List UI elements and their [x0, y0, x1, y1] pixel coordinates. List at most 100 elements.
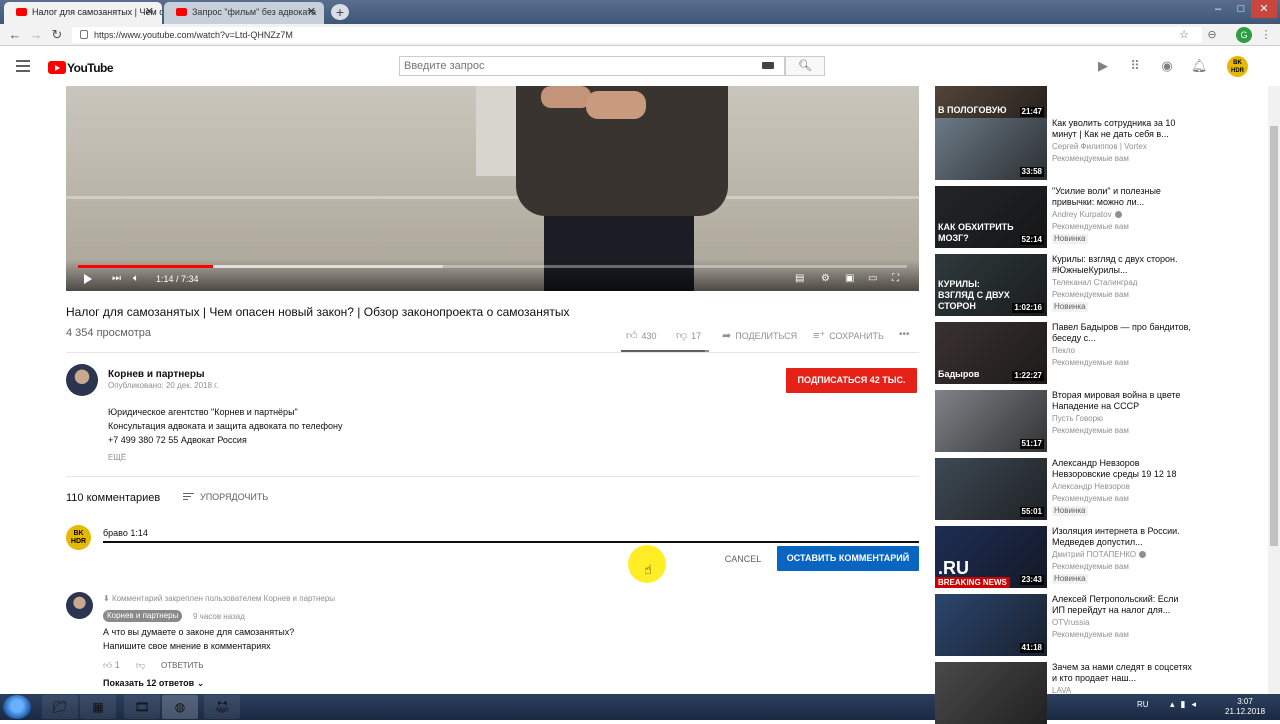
recommended-video[interactable]: 51:17 Вторая мировая война в цвете Нападе…: [935, 390, 1265, 452]
video-thumbnail[interactable]: КАК ОБХИТРИТЬ МОЗГ? 52:14: [935, 186, 1047, 248]
recommended-video[interactable]: КАК ОБХИТРИТЬ МОЗГ? 52:14 "Усилие воли" и …: [935, 186, 1265, 248]
recommended-channel[interactable]: Сергей Филиппов | Vortex: [1052, 142, 1147, 151]
search-button[interactable]: 🔍︎: [785, 56, 825, 76]
dislike-button[interactable]: 👎︎ 17: [676, 329, 701, 342]
thumbs-up-icon: 👍︎: [626, 330, 638, 342]
fullscreen-icon[interactable]: ⛶: [892, 272, 899, 286]
recommended-channel[interactable]: Телеканал Сталинград: [1052, 278, 1137, 287]
recommended-channel[interactable]: Andrey Kurpatov: [1052, 210, 1122, 219]
sort-comments-button[interactable]: УПОРЯДОЧИТЬ: [183, 492, 268, 502]
like-button[interactable]: 👍︎ 430: [626, 329, 657, 342]
share-button[interactable]: ➦ ПОДЕЛИТЬСЯ: [722, 329, 797, 342]
miniplayer-icon[interactable]: ▣: [845, 272, 854, 286]
subtitles-icon[interactable]: ▤: [795, 272, 804, 286]
play-icon[interactable]: [84, 274, 94, 284]
profile-icon[interactable]: G: [1236, 27, 1252, 43]
recommended-channel[interactable]: OTVrussia: [1052, 618, 1090, 627]
video-player[interactable]: ⏭︎ 🔈︎ 1:14 / 7:34 ▤ ⚙︎ ▣ ▭ ⛶: [66, 86, 919, 291]
search-input[interactable]: [399, 56, 785, 76]
show-replies-button[interactable]: Показать 12 ответов ⌄: [103, 678, 204, 689]
account-avatar[interactable]: BK HDR: [1227, 56, 1248, 77]
video-thumbnail[interactable]: КУРИЛЫ: ВЗГЛЯД С ДВУХ СТОРОН 1:02:16: [935, 254, 1047, 316]
recommended-channel[interactable]: Дмитрий ПОТАПЕНКО: [1052, 550, 1147, 559]
video-thumbnail[interactable]: 41:18: [935, 594, 1047, 656]
explorer-icon[interactable]: 📁︎: [42, 695, 78, 719]
video-thumbnail[interactable]: .RU BREAKING NEWS 23:43: [935, 526, 1047, 588]
comment-dislike-button[interactable]: 👎︎: [136, 660, 145, 671]
comment-input[interactable]: [103, 524, 919, 543]
recommended-title[interactable]: Курилы: взгляд с двух сторон. #ЮжныеКури…: [1052, 254, 1192, 276]
next-icon[interactable]: ⏭︎: [112, 272, 121, 286]
reload-icon[interactable]: ↻: [48, 26, 66, 44]
back-arrow-icon[interactable]: ←: [6, 26, 24, 44]
cancel-button[interactable]: CANCEL: [718, 548, 768, 570]
recommended-channel[interactable]: Александр Невзоров: [1052, 482, 1130, 491]
recommended-channel[interactable]: LAVA: [1052, 686, 1071, 695]
browser-tab[interactable]: Запрос "фильм" без адвоката ✕: [164, 2, 324, 24]
recommended-video[interactable]: КУРИЛЫ: ВЗГЛЯД С ДВУХ СТОРОН 1:02:16 Курил…: [935, 254, 1265, 316]
recommended-title[interactable]: Зачем за нами следят в соцсетях и кто пр…: [1052, 662, 1192, 684]
comment-like-button[interactable]: 👍︎ 1: [103, 660, 120, 671]
show-more-link[interactable]: ЕЩЁ: [108, 453, 126, 462]
video-duration: 41:18: [1019, 643, 1044, 653]
theater-mode-icon[interactable]: ▭: [868, 272, 877, 286]
recommended-channel[interactable]: Пусть Говорю: [1052, 414, 1103, 423]
settings-gear-icon[interactable]: ⚙︎: [821, 272, 830, 286]
notifications-bell-icon[interactable]: 🔔︎: [1191, 58, 1208, 74]
scrollbar-thumb[interactable]: [1270, 126, 1278, 546]
recommended-title[interactable]: Изоляция интернета в России. Медведев до…: [1052, 526, 1192, 548]
recommended-video[interactable]: Зачем за нами следят в соцсетях и кто пр…: [935, 662, 1265, 724]
more-actions-button[interactable]: •••: [899, 329, 910, 340]
submit-comment-button[interactable]: ОСТАВИТЬ КОММЕНТАРИЙ: [777, 546, 919, 571]
forward-arrow-icon[interactable]: →: [27, 26, 45, 44]
volume-icon[interactable]: 🔈︎: [133, 272, 139, 286]
upload-video-icon[interactable]: ▶: [1095, 58, 1111, 74]
close-window-icon[interactable]: ✕: [1251, 0, 1277, 18]
recommended-title[interactable]: Павел Бадыров — про бандитов, беседу с..…: [1052, 322, 1192, 344]
video-thumbnail[interactable]: 33:58: [935, 118, 1047, 180]
channel-name[interactable]: Корнев и партнеры: [108, 369, 205, 380]
browser-tab-active[interactable]: Налог для самозанятых | Чем о ✕: [4, 2, 162, 24]
save-button[interactable]: ≡⁺ СОХРАНИТЬ: [813, 329, 884, 342]
tab-close-icon[interactable]: ✕: [307, 2, 316, 22]
recommended-title[interactable]: "Усилие воли" и полезные привычки: можно…: [1052, 186, 1192, 208]
recommended-video[interactable]: 55:01 Александр Невзоров Невзоровские сре…: [935, 458, 1265, 520]
youtube-logo[interactable]: YouTube: [48, 59, 114, 75]
video-thumbnail[interactable]: 55:01: [935, 458, 1047, 520]
extension-icon[interactable]: ⊖: [1204, 27, 1220, 43]
video-title: Налог для самозанятых | Чем опасен новый…: [66, 305, 570, 319]
recommended-title[interactable]: Как уволить сотрудника за 10 минут | Как…: [1052, 118, 1192, 140]
recommended-title[interactable]: Вторая мировая война в цвете Нападение н…: [1052, 390, 1192, 412]
channel-avatar[interactable]: [66, 364, 98, 396]
keyboard-icon[interactable]: [762, 62, 774, 69]
media-app-icon[interactable]: 🎞︎: [124, 695, 160, 719]
messages-icon[interactable]: ◉: [1159, 58, 1175, 74]
firefox-icon[interactable]: 🦊︎: [204, 695, 240, 719]
new-tab-button[interactable]: +: [331, 4, 349, 20]
video-thumbnail[interactable]: [935, 662, 1047, 724]
start-button[interactable]: [3, 695, 31, 719]
recommended-video[interactable]: 33:58 Как уволить сотрудника за 10 минут …: [935, 118, 1265, 180]
recommended-video[interactable]: .RU BREAKING NEWS 23:43 Изоляция интернета …: [935, 526, 1265, 588]
browser-menu-icon[interactable]: ⋮: [1258, 27, 1274, 43]
recommended-video[interactable]: 41:18 Алексей Петропольский: Если ИП пере…: [935, 594, 1265, 656]
url-field[interactable]: https://www.youtube.com/watch?v=Ltd-QHNZ…: [72, 27, 1202, 43]
bookmark-star-icon[interactable]: ☆: [1176, 27, 1192, 43]
reply-button[interactable]: ОТВЕТИТЬ: [161, 661, 204, 670]
subscribe-button[interactable]: ПОДПИСАТЬСЯ 42 ТЫС.: [786, 368, 917, 393]
chrome-icon[interactable]: ◍: [162, 695, 198, 719]
hamburger-menu-icon[interactable]: [16, 60, 30, 72]
tab-close-icon[interactable]: ✕: [145, 2, 154, 22]
recommended-title[interactable]: Алексей Петропольский: Если ИП перейдут …: [1052, 594, 1192, 616]
comment-time[interactable]: 9 часов назад: [193, 612, 245, 621]
recommended-channel[interactable]: Пекло: [1052, 346, 1075, 355]
video-thumbnail[interactable]: Бадыров 1:22:27: [935, 322, 1047, 384]
recommended-video[interactable]: Бадыров 1:22:27 Павел Бадыров — про бандит…: [935, 322, 1265, 384]
comment-author-badge[interactable]: Корнев и партнеры: [103, 610, 183, 622]
app-icon[interactable]: ▦: [80, 695, 116, 719]
comment-author-avatar[interactable]: [66, 592, 93, 619]
video-thumbnail[interactable]: 51:17: [935, 390, 1047, 452]
recommended-title[interactable]: Александр Невзоров Невзоровские среды 19…: [1052, 458, 1192, 480]
video-frame-hand: [586, 91, 646, 119]
apps-grid-icon[interactable]: ⠿: [1127, 58, 1143, 74]
